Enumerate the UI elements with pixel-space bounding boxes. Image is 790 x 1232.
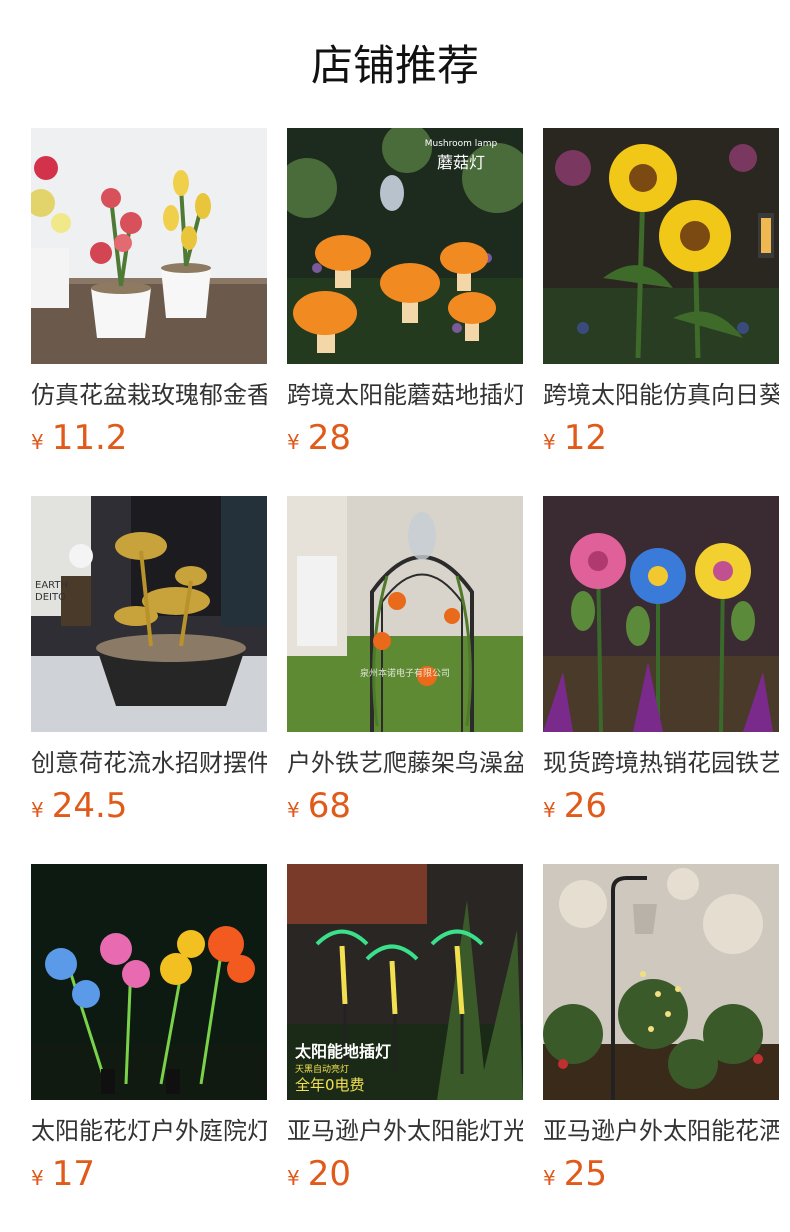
price-value: 26 bbox=[563, 786, 607, 826]
currency-symbol: ¥ bbox=[287, 1166, 300, 1190]
image-caption: 天黑自动亮灯 bbox=[295, 1063, 349, 1075]
product-card[interactable]: 仿真花盆栽玫瑰郁金香 ¥11.2 bbox=[31, 128, 267, 496]
image-caption: 太阳能地插灯 bbox=[294, 1042, 391, 1061]
product-card[interactable]: 太阳能花灯户外庭院灯 ¥17 bbox=[31, 864, 267, 1232]
product-price: ¥17 bbox=[31, 1154, 95, 1194]
product-name[interactable]: 创意荷花流水招财摆件 bbox=[31, 748, 267, 778]
currency-symbol: ¥ bbox=[287, 798, 300, 822]
currency-symbol: ¥ bbox=[31, 1166, 44, 1190]
product-name[interactable]: 亚马逊户外太阳能灯光 bbox=[287, 1116, 523, 1146]
price-value: 28 bbox=[307, 418, 351, 458]
product-grid: 仿真花盆栽玫瑰郁金香 ¥11.2 Mushroom lamp 蘑菇灯 跨境太阳能… bbox=[31, 128, 779, 1232]
product-card[interactable]: 太阳能地插灯 天黑自动亮灯 全年0电费 亚马逊户外太阳能灯光 ¥20 bbox=[287, 864, 523, 1232]
image-caption: DEITO bbox=[35, 592, 66, 603]
product-price: ¥12 bbox=[543, 418, 607, 458]
product-price: ¥25 bbox=[543, 1154, 607, 1194]
price-value: 11.2 bbox=[51, 418, 128, 458]
page-title: 店铺推荐 bbox=[310, 41, 479, 90]
price-value: 12 bbox=[563, 418, 607, 458]
product-name[interactable]: 户外铁艺爬藤架鸟澡盆 bbox=[287, 748, 523, 778]
product-price: ¥24.5 bbox=[31, 786, 127, 826]
product-name[interactable]: 仿真花盆栽玫瑰郁金香 bbox=[31, 380, 267, 410]
image-caption: 蘑菇灯 bbox=[437, 153, 485, 172]
price-value: 24.5 bbox=[51, 786, 128, 826]
price-value: 20 bbox=[307, 1154, 351, 1194]
product-name[interactable]: 太阳能花灯户外庭院灯 bbox=[31, 1116, 267, 1146]
price-value: 17 bbox=[51, 1154, 95, 1194]
product-name[interactable]: 现货跨境热销花园铁艺 bbox=[543, 748, 779, 778]
watermark-text: 泉州本诺电子有限公司 bbox=[360, 667, 450, 679]
product-price: ¥11.2 bbox=[31, 418, 127, 458]
currency-symbol: ¥ bbox=[543, 798, 556, 822]
product-card[interactable]: EARTH DEITO 创意荷花流水招财摆件 ¥24.5 bbox=[31, 496, 267, 864]
image-caption: EARTH bbox=[35, 580, 68, 591]
product-image[interactable]: EARTH DEITO bbox=[31, 496, 267, 732]
product-card[interactable]: 现货跨境热销花园铁艺 ¥26 bbox=[543, 496, 779, 864]
product-price: ¥26 bbox=[543, 786, 607, 826]
currency-symbol: ¥ bbox=[31, 430, 44, 454]
image-caption: Mushroom lamp bbox=[425, 139, 498, 149]
currency-symbol: ¥ bbox=[31, 798, 44, 822]
currency-symbol: ¥ bbox=[287, 430, 300, 454]
price-value: 68 bbox=[307, 786, 351, 826]
product-image[interactable] bbox=[543, 496, 779, 732]
product-name[interactable]: 跨境太阳能蘑菇地插灯 bbox=[287, 380, 523, 410]
product-card[interactable]: 亚马逊户外太阳能花洒 ¥25 bbox=[543, 864, 779, 1232]
product-image[interactable] bbox=[543, 864, 779, 1100]
product-image[interactable]: Mushroom lamp 蘑菇灯 bbox=[287, 128, 523, 364]
product-image[interactable]: 泉州本诺电子有限公司 bbox=[287, 496, 523, 732]
product-card[interactable]: Mushroom lamp 蘑菇灯 跨境太阳能蘑菇地插灯 ¥28 bbox=[287, 128, 523, 496]
currency-symbol: ¥ bbox=[543, 430, 556, 454]
product-image[interactable]: 太阳能地插灯 天黑自动亮灯 全年0电费 bbox=[287, 864, 523, 1100]
product-price: ¥68 bbox=[287, 786, 351, 826]
product-image[interactable] bbox=[31, 128, 267, 364]
product-name[interactable]: 跨境太阳能仿真向日葵 bbox=[543, 380, 779, 410]
currency-symbol: ¥ bbox=[543, 1166, 556, 1190]
product-price: ¥20 bbox=[287, 1154, 351, 1194]
product-image[interactable] bbox=[31, 864, 267, 1100]
price-value: 25 bbox=[563, 1154, 607, 1194]
product-card[interactable]: 泉州本诺电子有限公司 户外铁艺爬藤架鸟澡盆 ¥68 bbox=[287, 496, 523, 864]
image-caption: 全年0电费 bbox=[295, 1076, 365, 1094]
product-card[interactable]: 跨境太阳能仿真向日葵 ¥12 bbox=[543, 128, 779, 496]
product-image[interactable] bbox=[543, 128, 779, 364]
product-name[interactable]: 亚马逊户外太阳能花洒 bbox=[543, 1116, 779, 1146]
product-price: ¥28 bbox=[287, 418, 351, 458]
